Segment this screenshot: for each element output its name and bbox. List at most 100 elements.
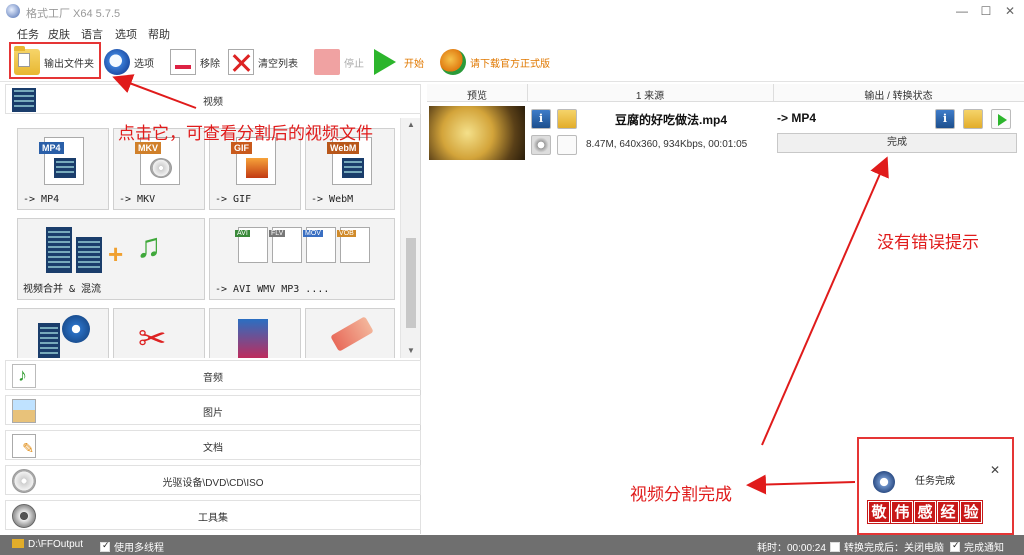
options-button[interactable]: 选项 [104,46,154,78]
menu-options[interactable]: 选项 [115,26,137,42]
app-logo-icon [6,4,20,18]
task-row[interactable]: i 豆腐的好吃做法.mp4 8.47M, 640x360, 934Kbps, 0… [427,103,1024,160]
menu-help[interactable]: 帮助 [148,26,170,42]
mov-file-icon: MOV [303,227,336,263]
tile-to-gif-label: -> GIF [215,194,252,205]
window-title: 格式工厂 X64 5.7.5 [26,8,121,20]
category-picture-label: 图片 [203,408,223,419]
notification-title: 任务完成 [915,476,955,487]
film-icon [38,323,60,358]
source-folder-button[interactable] [557,109,577,129]
tile-to-webm-label: -> WebM [311,194,354,205]
tile-to-mp4[interactable]: MP4 -> MP4 [17,128,109,210]
elapsed-time: 耗时：00:00:24 [757,543,826,554]
maximize-button[interactable]: ☐ [978,4,994,18]
clip-settings-button[interactable] [557,135,577,155]
crop-icon [238,319,268,358]
notification-close-icon[interactable]: ✕ [990,463,1000,477]
multithread-checkbox[interactable]: 使用多线程 [100,539,164,554]
category-picture[interactable]: 图片 [5,395,421,425]
stop-button[interactable]: 停止 [314,46,364,78]
category-document-label: 文档 [203,443,223,454]
completion-notify-label: 完成通知 [964,543,1004,554]
mkv-file-icon: MKV [135,137,180,185]
column-output-status[interactable]: 输出 / 转换状态 [773,87,1024,102]
start-button[interactable]: 开始 [374,46,424,78]
menu-language[interactable]: 语言 [81,26,103,42]
watermark-stamp: 敬 伟 感 经 验 [867,498,983,526]
watermark-char: 敬 [867,500,891,524]
video-format-grid: MP4 -> MP4 MKV -> MKV GIF -> GIF WebM ->… [5,118,399,358]
multithread-label: 使用多线程 [114,543,164,554]
annotation-click-hint: 点击它，可查看分割后的视频文件 [118,124,373,143]
watermark-char: 经 [936,500,960,524]
title-bar: 格式工厂 X64 5.7.5 — ☐ ✕ [0,0,1024,24]
scroll-down-icon[interactable]: ▼ [406,346,416,356]
clear-list-icon [228,49,254,75]
scroll-up-icon[interactable]: ▲ [406,120,416,130]
scroll-thumb[interactable] [406,238,416,328]
tile-remove-logo[interactable] [305,308,395,358]
source-filename: 豆腐的好吃做法.mp4 [615,113,728,127]
output-info-button[interactable]: i [935,109,955,129]
category-tools-label: 工具集 [198,513,228,524]
info-button[interactable]: i [531,109,551,129]
close-window-button[interactable]: ✕ [1002,4,1018,18]
tile-to-avi-wmv-mp3[interactable]: AVI FLV MOV VOB -> AVI WMV MP3 .... [209,218,395,300]
tile-video-merge[interactable]: + ♫ 视频合并 & 混流 [17,218,205,300]
download-official-link[interactable]: 请下载官方正式版 [440,46,550,78]
checkbox-unchecked-icon [830,542,840,552]
column-source[interactable]: 1 来源 [527,87,773,102]
remove-button[interactable]: 移除 [170,46,220,78]
annotation-split-done: 视频分割完成 [630,485,732,504]
stop-icon [314,49,340,75]
minimize-button[interactable]: — [954,4,970,18]
menu-task[interactable]: 任务 [17,26,39,42]
column-preview[interactable]: 预览 [427,87,527,102]
vob-file-icon: VOB [337,227,370,263]
avi-file-icon: AVI [235,227,268,263]
settings-gear-button[interactable] [531,135,551,155]
output-path[interactable]: D:\FFOutput [12,539,83,550]
checkbox-checked-icon [100,540,110,552]
clear-list-button[interactable]: 清空列表 [228,46,298,78]
tile-video-crop[interactable] [209,308,301,358]
source-file-info: 8.47M, 640x360, 934Kbps, 00:01:05 [586,139,748,150]
reel-icon [62,315,90,343]
category-audio[interactable]: 音频 [5,360,421,390]
category-disc[interactable]: 光驱设备\DVD\CD\ISO [5,465,421,495]
output-format: -> MP4 [777,111,817,125]
grid-scrollbar[interactable]: ▲ ▼ [400,118,420,358]
category-document[interactable]: 文档 [5,430,421,460]
plus-icon: + [108,239,124,269]
tile-to-mp4-label: -> MP4 [23,194,60,205]
play-icon [374,49,396,75]
eraser-icon [330,316,374,352]
film-icon [342,158,364,178]
film-strip-icon [46,227,72,273]
category-video[interactable]: 视频 [5,84,421,114]
completion-notify-checkbox[interactable]: 完成通知 [950,539,1004,554]
menu-skin[interactable]: 皮肤 [48,26,70,42]
notification-app-icon [873,471,895,493]
output-play-button[interactable] [991,109,1011,129]
flv-file-icon: FLV [269,227,302,263]
category-tools[interactable]: 工具集 [5,500,421,530]
mp4-file-icon: MP4 [39,137,84,185]
shutdown-after-convert-checkbox[interactable]: 转换完成后：关闭电脑 [830,539,944,554]
conversion-status: 完成 [777,133,1017,153]
checkbox-checked-icon [950,540,960,552]
category-disc-label: 光驱设备\DVD\CD\ISO [162,478,264,489]
film-icon [54,158,76,178]
status-bar: D:\FFOutput 使用多线程 耗时：00:00:24 转换完成后：关闭电脑… [0,535,1024,555]
download-official-label: 请下载官方正式版 [470,58,550,70]
tile-video-tool-1[interactable] [17,308,109,358]
menu-bar: 任务 皮肤 语言 选项 帮助 [0,24,1024,42]
category-video-label: 视频 [203,97,223,108]
watermark-char: 验 [959,500,983,524]
category-audio-label: 音频 [203,373,223,384]
output-path-label: D:\FFOutput [28,539,84,550]
remove-icon [170,49,196,75]
tile-video-split[interactable]: ✂ [113,308,205,358]
output-folder-open-button[interactable] [963,109,983,129]
